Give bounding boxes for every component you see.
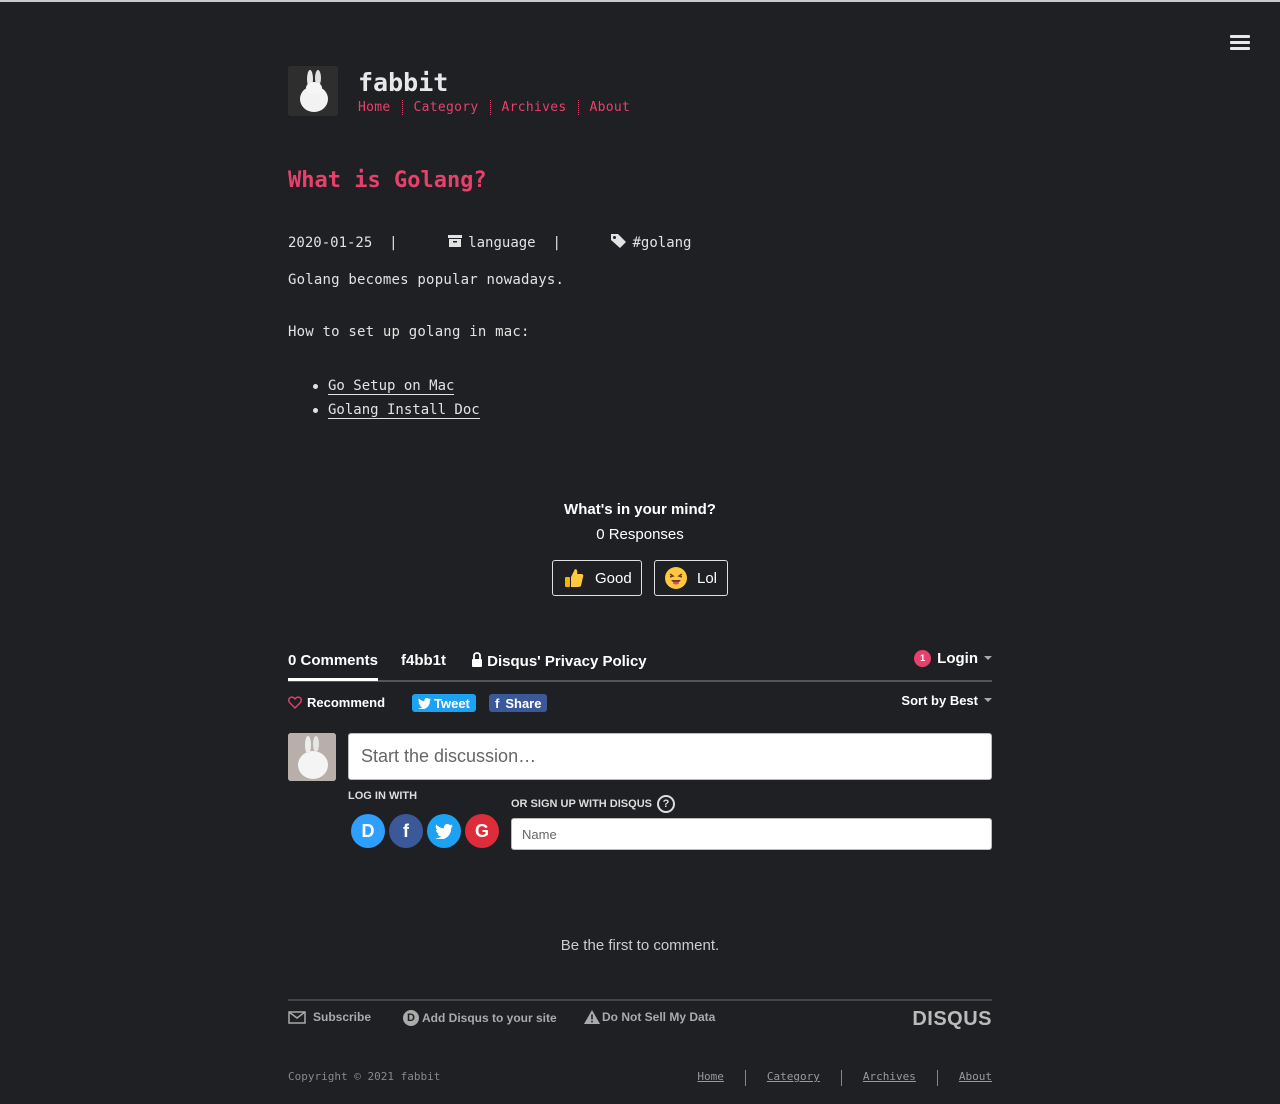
nav-category[interactable]: Category <box>414 100 491 115</box>
laughing-face-icon <box>665 567 687 589</box>
tag-icon <box>578 218 627 268</box>
tab-community[interactable]: f4bb1t <box>401 652 446 669</box>
list-item: Golang Install Doc <box>288 400 480 424</box>
footer-nav-category[interactable]: Category <box>746 1070 820 1086</box>
footer-nav-home[interactable]: Home <box>697 1070 724 1086</box>
post-title: What is Golang? <box>288 168 487 193</box>
recommend-button[interactable]: Recommend <box>288 695 385 710</box>
share-label: Share <box>505 695 542 711</box>
share-button[interactable]: f Share <box>489 694 548 712</box>
login-label: Login <box>937 650 978 667</box>
sign-up-label-row: OR SIGN UP WITH DISQUS ? <box>511 795 675 813</box>
post-howto: How to set up golang in mac: <box>288 324 530 340</box>
privacy-policy-label: Disqus' Privacy Policy <box>487 653 647 670</box>
disqus-tabs: 0 Comments f4bb1t Disqus' Privacy Policy… <box>288 650 992 682</box>
do-not-sell-label: Do Not Sell My Data <box>602 1010 716 1024</box>
avatar <box>288 733 336 781</box>
login-menu[interactable]: 1 Login <box>914 650 992 667</box>
heart-icon <box>288 696 302 709</box>
footer-nav: Home Category Archives About <box>697 1070 992 1086</box>
sign-up-label: OR SIGN UP WITH DISQUS <box>511 798 652 810</box>
subscribe-link[interactable]: Subscribe <box>288 1010 371 1024</box>
help-icon[interactable]: ? <box>656 795 675 813</box>
post-tag[interactable]: #golang <box>632 235 691 251</box>
tweet-button[interactable]: Tweet <box>412 694 476 712</box>
post-date: 2020-01-25 <box>288 235 373 251</box>
reaction-good-button[interactable]: Good <box>552 560 642 596</box>
sort-menu[interactable]: Sort by Best <box>901 693 992 708</box>
add-disqus-link[interactable]: D Add Disqus to your site <box>403 1010 557 1026</box>
twitter-login-icon[interactable] <box>427 814 461 848</box>
chevron-down-icon <box>984 698 992 702</box>
reactions-count: 0 Responses <box>596 526 684 543</box>
do-not-sell-link[interactable]: Do Not Sell My Data <box>584 1010 715 1024</box>
archive-icon <box>414 219 463 267</box>
link-go-setup-mac[interactable]: Go Setup on Mac <box>328 378 455 395</box>
facebook-login-icon[interactable]: f <box>389 814 423 848</box>
log-in-with-label: LOG IN WITH <box>348 790 418 802</box>
reaction-good-label: Good <box>595 569 632 587</box>
tweet-label: Tweet <box>434 695 470 711</box>
reactions-title: What's in your mind? <box>564 501 716 518</box>
facebook-icon: f <box>495 695 500 711</box>
post-category[interactable]: language <box>468 235 535 251</box>
main-nav: Home Category Archives About <box>358 100 652 115</box>
comment-input[interactable]: Start the discussion… <box>348 733 992 780</box>
google-login-icon[interactable]: G <box>465 814 499 848</box>
add-disqus-label: Add Disqus to your site <box>422 1011 557 1025</box>
disqus-action-bar: Recommend Tweet f Share Sort by Best <box>288 692 992 714</box>
name-field[interactable]: Name <box>511 818 992 850</box>
chevron-down-icon <box>984 656 992 660</box>
envelope-icon <box>288 1010 306 1024</box>
nav-archives[interactable]: Archives <box>502 100 579 115</box>
site-title[interactable]: fabbit <box>358 68 448 97</box>
sort-label: Sort by Best <box>901 693 978 708</box>
site-header: fabbit Home Category Archives About <box>288 66 992 122</box>
post-links: Go Setup on Mac Golang Install Doc <box>288 376 480 424</box>
copyright: Copyright © 2021 fabbit <box>288 1070 441 1083</box>
thumbs-up-icon <box>563 567 585 589</box>
nav-about[interactable]: About <box>590 100 642 115</box>
empty-comments-message: Be the first to comment. <box>560 937 720 954</box>
site-logo[interactable] <box>288 66 338 116</box>
disqus-footer: Subscribe D Add Disqus to your site Do N… <box>288 999 992 1031</box>
recommend-label: Recommend <box>307 695 386 710</box>
footer-nav-about[interactable]: About <box>938 1070 992 1086</box>
notification-badge: 1 <box>914 650 932 667</box>
subscribe-label: Subscribe <box>313 1010 372 1024</box>
link-golang-install-doc[interactable]: Golang Install Doc <box>328 402 480 419</box>
nav-home[interactable]: Home <box>358 100 403 115</box>
tab-privacy[interactable]: Disqus' Privacy Policy <box>471 652 647 671</box>
footer-nav-archives[interactable]: Archives <box>842 1070 916 1086</box>
post-intro: Golang becomes popular nowadays. <box>288 272 565 288</box>
warning-icon <box>584 1010 600 1024</box>
disqus-logo-icon: D <box>403 1010 419 1026</box>
post-meta: 2020-01-25 | language | #golang <box>288 218 692 268</box>
tab-comments[interactable]: 0 Comments <box>288 652 379 681</box>
disqus-login-icon[interactable]: D <box>351 814 385 848</box>
reaction-lol-button[interactable]: Lol <box>654 560 728 596</box>
disqus-brand-logo[interactable]: DISQUS <box>912 1008 992 1031</box>
reaction-lol-label: Lol <box>697 569 718 587</box>
twitter-icon <box>418 697 431 709</box>
lock-icon <box>471 652 483 671</box>
list-item: Go Setup on Mac <box>288 376 480 400</box>
menu-toggle-icon[interactable] <box>1230 35 1250 51</box>
